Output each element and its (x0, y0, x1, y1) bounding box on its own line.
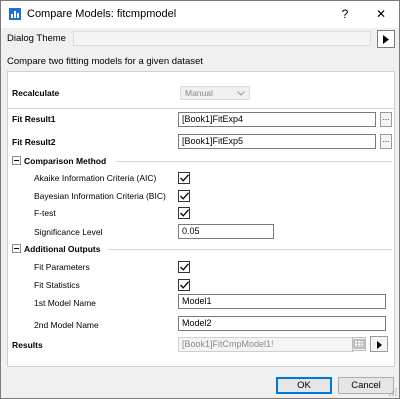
model2-name-label: 2nd Model Name (34, 320, 99, 330)
ftest-label: F-test (34, 208, 56, 218)
results-label: Results (12, 340, 43, 350)
fit-result1-input[interactable]: [Book1]FitExp4 (178, 112, 376, 127)
settings-panel: Recalculate Manual Fit Result1 [Book1]Fi… (7, 71, 395, 367)
checkmark-icon (180, 192, 189, 200)
fit-statistics-label: Fit Statistics (34, 280, 80, 290)
recalculate-value: Manual (185, 88, 213, 98)
fit-statistics-checkbox[interactable] (178, 279, 190, 291)
worksheet-picker-icon[interactable] (352, 337, 366, 351)
checkmark-icon (180, 281, 189, 289)
app-icon (9, 8, 21, 20)
bic-label: Bayesian Information Criteria (BIC) (34, 191, 166, 201)
comparison-method-header: Comparison Method (24, 156, 107, 166)
dialog-theme-menu-button[interactable] (377, 30, 395, 48)
significance-level-label: Significance Level (34, 227, 103, 237)
fit-result2-browse-button[interactable]: ... (380, 134, 392, 149)
title-bar[interactable]: Compare Models: fitcmpmodel ? ✕ (1, 1, 399, 28)
resize-grip-icon[interactable] (389, 388, 397, 396)
model1-name-label: 1st Model Name (34, 298, 96, 308)
checkmark-icon (180, 209, 189, 217)
window-title: Compare Models: fitcmpmodel (27, 8, 177, 20)
comparison-collapse-toggle[interactable] (12, 156, 21, 165)
outputs-collapse-toggle[interactable] (12, 244, 21, 253)
additional-outputs-header: Additional Outputs (24, 244, 101, 254)
fit-result2-input[interactable]: [Book1]FitExp5 (178, 134, 376, 149)
results-menu-button[interactable] (370, 336, 388, 352)
ok-button[interactable]: OK (276, 377, 332, 394)
chevron-down-icon (237, 91, 245, 96)
divider (8, 108, 394, 109)
aic-checkbox[interactable] (178, 172, 190, 184)
grid-icon (353, 339, 365, 349)
triangle-right-icon (383, 35, 389, 44)
recalculate-label: Recalculate (12, 88, 60, 98)
bic-checkbox[interactable] (178, 190, 190, 202)
close-button[interactable]: ✕ (369, 5, 393, 23)
model2-name-input[interactable]: Model2 (178, 316, 386, 331)
ftest-checkbox[interactable] (178, 207, 190, 219)
divider (116, 161, 392, 162)
checkmark-icon (180, 174, 189, 182)
aic-label: Akaike Information Criteria (AIC) (34, 173, 157, 183)
help-button[interactable]: ? (335, 5, 355, 23)
model1-name-input[interactable]: Model1 (178, 294, 386, 309)
cancel-button[interactable]: Cancel (338, 377, 394, 394)
checkmark-icon (180, 263, 189, 271)
dialog-description: Compare two fitting models for a given d… (7, 56, 203, 67)
fit-result1-browse-button[interactable]: ... (380, 112, 392, 127)
fit-parameters-label: Fit Parameters (34, 262, 90, 272)
significance-level-input[interactable]: 0.05 (178, 224, 274, 239)
divider (108, 249, 392, 250)
recalculate-combo[interactable]: Manual (180, 86, 250, 100)
dialog-theme-label: Dialog Theme (7, 33, 66, 44)
dialog-theme-combo[interactable] (73, 31, 371, 46)
results-input[interactable]: [Book1]FitCmpModel1! (178, 337, 354, 352)
fit-result1-label: Fit Result1 (12, 114, 56, 124)
triangle-right-icon (377, 341, 382, 349)
fit-result2-label: Fit Result2 (12, 137, 56, 147)
fit-parameters-checkbox[interactable] (178, 261, 190, 273)
dialog-window: Compare Models: fitcmpmodel ? ✕ Dialog T… (0, 0, 400, 399)
